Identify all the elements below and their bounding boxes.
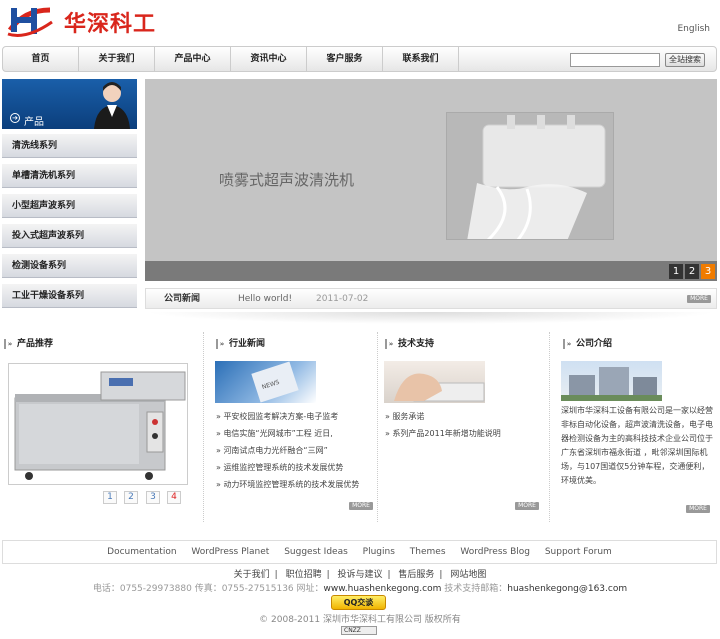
products-heading: » 产品推荐: [4, 336, 53, 349]
banner-slideshow[interactable]: 喷雾式超声波清洗机 1 2 3: [145, 79, 717, 281]
footer-link-feedback[interactable]: 投诉与建议: [337, 570, 382, 580]
link-themes[interactable]: Themes: [410, 547, 446, 557]
search-input[interactable]: [570, 53, 660, 67]
link-suggest-ideas[interactable]: Suggest Ideas: [284, 547, 348, 557]
list-item[interactable]: 动力环境监控管理系统的技术发展优势: [216, 476, 386, 493]
nav-products[interactable]: 产品中心: [155, 47, 231, 71]
contact-support-label: 技术支持邮箱：: [441, 584, 508, 594]
footer-link-about[interactable]: 关于我们: [234, 570, 270, 580]
footer-link-sitemap[interactable]: 网站地图: [450, 570, 486, 580]
logo-text: 华深科工: [64, 12, 157, 37]
sidebar-item-drying[interactable]: 工业干燥设备系列: [2, 284, 137, 308]
pager-2[interactable]: 2: [685, 264, 699, 279]
column-divider: [203, 332, 204, 522]
footer-contact: 电话：0755-29973880 传真：0755-27515136 网址：www…: [0, 582, 720, 596]
industry-title: 行业新闻: [229, 339, 266, 349]
product-featured-image[interactable]: [8, 363, 188, 485]
contact-email[interactable]: huashenkegong@163.com: [507, 584, 627, 594]
link-support-forum[interactable]: Support Forum: [545, 547, 612, 557]
chevron-right-icon: »: [4, 339, 14, 349]
products-title: 产品推荐: [17, 339, 54, 349]
nav-service[interactable]: 客户服务: [307, 47, 383, 71]
list-item[interactable]: 平安校园监考解决方案-电子监考: [216, 408, 386, 425]
product-thumb-1[interactable]: 1: [103, 491, 117, 504]
list-item[interactable]: 电信实施“光网城市”工程 近日,: [216, 425, 386, 442]
sidebar-item-single-tank[interactable]: 单槽清洗机系列: [2, 164, 137, 188]
footer-link-after-sales[interactable]: 售后服务: [398, 570, 434, 580]
chevron-right-icon: »: [216, 339, 226, 349]
list-item[interactable]: 服务承诺: [385, 408, 545, 425]
sidebar-item-cleaning-line[interactable]: 清洗线系列: [2, 134, 137, 158]
industry-news-list: 平安校园监考解决方案-电子监考 电信实施“光网城市”工程 近日, 河南试点电力光…: [216, 408, 386, 493]
sidebar-item-inspection[interactable]: 检测设备系列: [2, 254, 137, 278]
link-wordpress-blog[interactable]: WordPress Blog: [460, 547, 530, 557]
qq-chat-button[interactable]: QQ交谈: [331, 595, 386, 610]
list-item[interactable]: 运维监控管理系统的技术发展优势: [216, 459, 386, 476]
link-documentation[interactable]: Documentation: [107, 547, 176, 557]
column-divider: [549, 332, 550, 522]
sidebar-header: ➔ 产品: [2, 79, 137, 129]
product-thumb-4[interactable]: 4: [167, 491, 181, 504]
search-button[interactable]: 全站搜索: [665, 53, 705, 67]
industry-heading: » 行业新闻: [216, 336, 265, 349]
news-ticker-label: 公司新闻: [164, 294, 201, 304]
link-plugins[interactable]: Plugins: [363, 547, 395, 557]
chevron-right-icon: »: [385, 339, 395, 349]
logo-icon: [4, 4, 56, 40]
copyright: © 2008-2011 深圳市华深科工有限公司 版权所有: [259, 615, 461, 625]
chevron-right-icon: »: [563, 339, 573, 349]
about-more-button[interactable]: MORE: [686, 505, 710, 513]
news-ticker-headline[interactable]: Hello world!: [238, 289, 292, 309]
nav-contact[interactable]: 联系我们: [383, 47, 459, 71]
banner-product-image: [446, 112, 614, 240]
product-thumb-2[interactable]: 2: [124, 491, 138, 504]
company-intro-text: 深圳市华深科工设备有限公司是一家以经营非标自动化设备，超声波清洗设备，电子电器检…: [561, 406, 713, 485]
news-ticker: 公司新闻 Hello world! 2011-07-02 MORE: [145, 288, 717, 309]
link-wordpress-planet[interactable]: WordPress Planet: [191, 547, 269, 557]
wordpress-links-bar: Documentation WordPress Planet Suggest I…: [2, 540, 717, 564]
divider-shadow: [145, 312, 717, 324]
support-list: 服务承诺 系列产品2011年新增功能说明: [385, 408, 545, 442]
nav-about[interactable]: 关于我们: [79, 47, 155, 71]
cnzz-badge[interactable]: CNZZ: [341, 626, 377, 635]
industry-news-image: NEWS: [215, 361, 316, 403]
about-heading: » 公司介绍: [563, 336, 612, 349]
english-link[interactable]: English: [678, 24, 711, 34]
support-title: 技术支持: [398, 339, 435, 349]
qq-chat-label: QQ交谈: [343, 598, 374, 607]
contact-phone-fax: 电话：0755-29973880 传真：0755-27515136 网址：: [92, 584, 324, 594]
support-more-button[interactable]: MORE: [515, 502, 539, 510]
industry-more-button[interactable]: MORE: [349, 502, 373, 510]
banner-pager-bar: 1 2 3: [145, 261, 717, 281]
sidebar-item-immersion[interactable]: 投入式超声波系列: [2, 224, 137, 248]
main-nav: 首页 关于我们 产品中心 资讯中心 客户服务 联系我们 全站搜索: [2, 46, 717, 72]
banner-title: 喷雾式超声波清洗机: [219, 171, 355, 189]
about-title: 公司介绍: [576, 339, 613, 349]
nav-news[interactable]: 资讯中心: [231, 47, 307, 71]
column-divider: [377, 332, 378, 522]
nav-home[interactable]: 首页: [3, 47, 79, 71]
contact-website[interactable]: www.huashenkegong.com: [324, 584, 442, 594]
footer-links: 关于我们 | 职位招聘 | 投诉与建议 | 售后服务 | 网站地图: [233, 570, 487, 580]
sidebar-header-label: 产品: [24, 117, 44, 128]
product-thumb-3[interactable]: 3: [146, 491, 160, 504]
sidebar-item-small-ultrasonic[interactable]: 小型超声波系列: [2, 194, 137, 218]
customer-service-image: [90, 79, 134, 129]
list-item[interactable]: 河南试点电力光纤融合“三网”: [216, 442, 386, 459]
support-heading: » 技术支持: [385, 336, 434, 349]
news-ticker-date: 2011-07-02: [316, 294, 369, 304]
pager-1[interactable]: 1: [669, 264, 683, 279]
news-more-button[interactable]: MORE: [687, 295, 711, 303]
pager-3-active[interactable]: 3: [701, 264, 715, 279]
support-image: [384, 361, 485, 403]
footer-link-jobs[interactable]: 职位招聘: [286, 570, 322, 580]
arrow-right-icon: ➔: [10, 113, 20, 123]
company-building-image: [561, 361, 662, 401]
list-item[interactable]: 系列产品2011年新增功能说明: [385, 425, 545, 442]
